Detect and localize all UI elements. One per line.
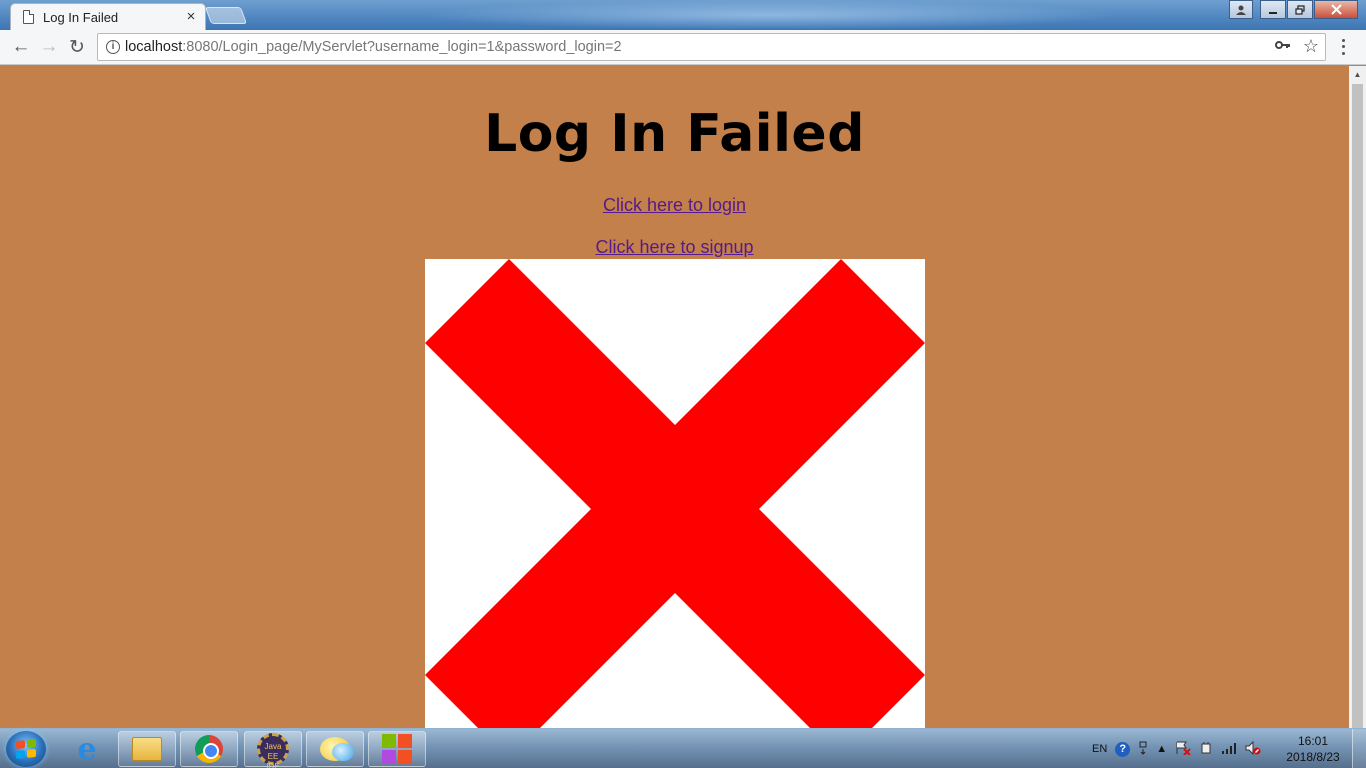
signup-link[interactable]: Click here to signup (595, 237, 753, 257)
login-link[interactable]: Click here to login (603, 195, 746, 215)
page-document-icon (23, 10, 34, 24)
windows-logo-icon (16, 738, 36, 760)
page-title: Log In Failed (484, 104, 865, 164)
tab-close-icon[interactable]: × (183, 8, 199, 25)
back-arrow-icon[interactable]: ← (8, 36, 34, 58)
url-path: :8080/Login_page/MyServlet?username_logi… (182, 39, 622, 55)
reload-icon[interactable]: ↻ (64, 36, 90, 58)
taskbar-clock[interactable]: 16:01 2018/8/23 (1278, 733, 1348, 765)
url-host: localhost (125, 39, 183, 55)
tiles-app-icon[interactable] (368, 731, 426, 767)
tab-title: Log In Failed (43, 10, 119, 25)
forward-arrow-icon[interactable]: → (36, 36, 62, 58)
clock-date: 2018/8/23 (1286, 750, 1340, 764)
page-content: Log In Failed Click here to login Click … (0, 66, 1349, 728)
power-plug-icon[interactable] (1199, 741, 1213, 758)
bookmark-star-icon[interactable]: ☆ (1303, 36, 1319, 57)
pen-input-icon[interactable] (1138, 741, 1148, 758)
close-window-button[interactable] (1314, 0, 1358, 19)
signup-link-wrapper: Click here to signup (0, 237, 1349, 258)
system-tray: EN ? ▲ (1092, 729, 1269, 768)
vertical-scrollbar[interactable]: ▲ (1349, 66, 1366, 728)
volume-muted-icon[interactable] (1245, 740, 1261, 758)
url-text[interactable]: localhost:8080/Login_page/MyServlet?user… (125, 39, 622, 55)
action-center-flag-icon[interactable] (1175, 741, 1191, 758)
show-desktop-button[interactable] (1352, 729, 1366, 768)
tab-active[interactable]: Log In Failed × (10, 3, 206, 30)
chrome-icon[interactable] (180, 731, 238, 767)
show-hidden-icons-icon[interactable]: ▲ (1156, 743, 1167, 755)
taskbar: e Java EE IDE EN ? ▲ 16:01 2018/8/23 (0, 728, 1366, 768)
restore-button[interactable] (1287, 0, 1313, 19)
window-controls (1228, 0, 1358, 20)
file-explorer-icon[interactable] (118, 731, 176, 767)
network-signal-icon[interactable] (1221, 742, 1237, 757)
internet-explorer-icon[interactable]: e (58, 731, 116, 767)
java-ee-ide-icon[interactable]: Java EE IDE (244, 731, 302, 768)
new-tab-button[interactable] (204, 7, 248, 24)
title-bar: Log In Failed × (0, 0, 1366, 30)
start-button[interactable] (6, 731, 46, 767)
title-bar-glow (420, 0, 1120, 30)
messenger-icon[interactable] (306, 731, 364, 767)
address-bar[interactable]: i localhost:8080/Login_page/MyServlet?us… (97, 33, 1326, 61)
browser-toolbar: ← → ↻ i localhost:8080/Login_page/MyServ… (0, 30, 1366, 65)
password-key-icon[interactable] (1275, 38, 1291, 56)
browser-menu-icon[interactable] (1336, 37, 1350, 57)
clock-time: 16:01 (1297, 734, 1329, 748)
help-icon[interactable]: ? (1115, 741, 1131, 757)
login-link-wrapper: Click here to login (0, 195, 1349, 216)
red-x-image (425, 259, 925, 728)
language-indicator[interactable]: EN (1092, 743, 1107, 755)
user-profile-icon[interactable] (1229, 0, 1253, 19)
scroll-up-arrow-icon[interactable]: ▲ (1349, 66, 1366, 83)
minimize-button[interactable] (1260, 0, 1286, 19)
site-info-icon[interactable]: i (106, 40, 120, 54)
scrollbar-thumb[interactable] (1352, 84, 1363, 728)
